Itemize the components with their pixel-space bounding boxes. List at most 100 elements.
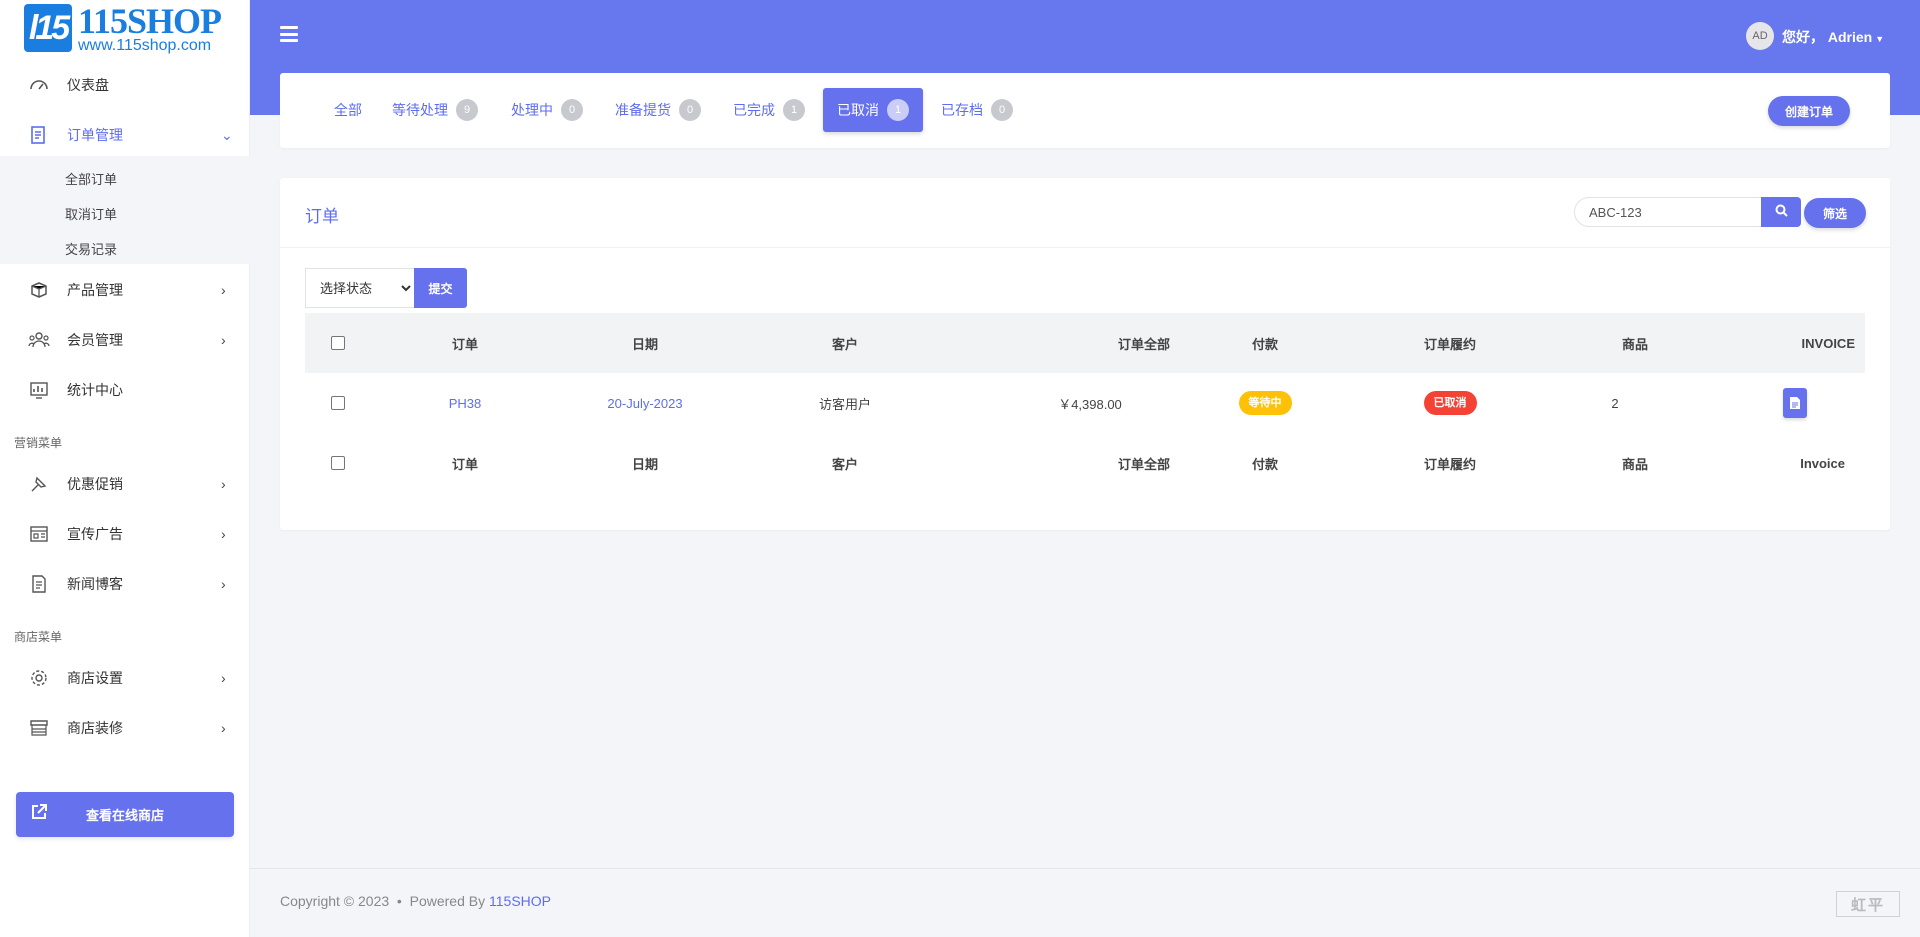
page-footer: Copyright © 2023 • Powered By 115SHOP 虹平 — [250, 868, 1920, 937]
orders-panel-header: 订单 筛选 — [280, 178, 1890, 248]
sidebar-item-label: 会员管理 — [67, 332, 123, 348]
column-footer-items: 商品 — [1621, 456, 1648, 472]
fulfillment-cell: 已取消 — [1410, 373, 1490, 433]
tab-count-badge: 1 — [887, 99, 909, 121]
column-header-date: 日期 — [631, 336, 658, 352]
status-select[interactable]: 选择状态 — [305, 268, 415, 308]
sidebar-item-stats[interactable]: 统计中心 — [0, 368, 250, 412]
table-header: 订单 日期 客户 订单全部 付款 订单履约 商品 INVOICE — [305, 313, 1865, 373]
submenu-item-cancel-orders[interactable]: 取消订单 — [65, 204, 117, 223]
chevron-right-icon: › — [221, 720, 226, 736]
column-footer-fulfillment: 订单履约 — [1423, 456, 1476, 472]
column-header-items: 商品 — [1621, 336, 1648, 352]
user-menu[interactable]: 您好， Adrien ▼ — [1782, 27, 1884, 47]
sidebar-item-news[interactable]: 新闻博客 › — [0, 562, 250, 606]
logo-mark: l15 — [24, 4, 72, 52]
table-footer: 订单 日期 客户 订单全部 付款 订单履约 商品 Invoice — [305, 433, 1865, 493]
chevron-right-icon: › — [221, 526, 226, 542]
fulfillment-status-badge: 已取消 — [1423, 391, 1477, 415]
tab-label: 准备提货 — [615, 102, 671, 118]
submenu-item-transactions[interactable]: 交易记录 — [65, 239, 117, 258]
select-all-checkbox-footer[interactable] — [331, 456, 345, 470]
tab-count-badge: 0 — [991, 99, 1013, 121]
sidebar-item-store-decor[interactable]: 商店装修 › — [0, 706, 250, 750]
menu-toggle-icon[interactable] — [280, 26, 298, 42]
sidebar-item-label: 新闻博客 — [67, 576, 123, 592]
visit-store-label: 查看在线商店 — [86, 808, 165, 823]
visit-store-button[interactable]: 查看在线商店 — [16, 792, 234, 837]
sidebar-item-label: 商店设置 — [67, 670, 123, 686]
tab-count-badge: 1 — [783, 99, 805, 121]
sidebar-item-store-settings[interactable]: 商店设置 › — [0, 656, 250, 700]
tab-count-badge: 9 — [456, 99, 478, 121]
select-all-checkbox[interactable] — [331, 336, 345, 350]
filter-button[interactable]: 筛选 — [1804, 198, 1866, 228]
sidebar-item-orders[interactable]: 订单管理 ⌄ — [0, 113, 250, 157]
caret-down-icon: ▼ — [1875, 34, 1885, 44]
invoice-cell — [1780, 373, 1810, 433]
order-customer: 访客用户 — [818, 396, 871, 412]
logo[interactable]: l15 115SHOP www.115shop.com — [24, 1, 222, 54]
tab-pending[interactable]: 等待处理 9 — [378, 88, 492, 132]
sidebar-item-label: 优惠促销 — [67, 476, 123, 492]
order-status-tabs: 全部 等待处理 9 处理中 0 准备提货 0 已完成 1 已取消 1 已存档 0 创建订单 — [280, 73, 1890, 148]
column-header-payment: 付款 — [1251, 336, 1278, 352]
order-items-count: 2 — [1611, 395, 1619, 411]
sidebar: l15 115SHOP www.115shop.com 仪表盘 订单管理 ⌄ 全… — [0, 0, 250, 937]
column-footer-customer: 客户 — [831, 456, 858, 472]
tab-ready-pickup[interactable]: 准备提货 0 — [601, 88, 715, 132]
members-icon — [28, 329, 50, 351]
chevron-right-icon: › — [221, 576, 226, 592]
order-total: ￥4,398.00 — [1058, 396, 1122, 412]
tab-all[interactable]: 全部 — [320, 88, 376, 132]
chevron-right-icon: › — [221, 670, 226, 686]
sidebar-item-label: 订单管理 — [67, 127, 123, 143]
store-icon — [28, 717, 50, 739]
row-checkbox[interactable] — [331, 396, 345, 410]
order-number-link[interactable]: PH38 — [435, 373, 495, 433]
logo-url: www.115shop.com — [78, 37, 212, 54]
orders-panel: 订单 筛选 选择状态 提交 订单 日期 客户 订单全部 付款 订单履约 商品 I… — [280, 178, 1890, 530]
sidebar-item-products[interactable]: 产品管理 › — [0, 268, 250, 312]
sidebar-item-members[interactable]: 会员管理 › — [0, 318, 250, 362]
stats-icon — [28, 379, 50, 401]
sidebar-item-dashboard[interactable]: 仪表盘 — [0, 63, 250, 107]
sidebar-item-label: 仪表盘 — [67, 77, 109, 93]
chevron-right-icon: › — [221, 332, 226, 348]
external-link-icon — [30, 803, 48, 826]
create-order-button[interactable]: 创建订单 — [1768, 96, 1850, 126]
column-footer-date: 日期 — [631, 456, 658, 472]
submenu-item-all-orders[interactable]: 全部订单 — [65, 169, 117, 188]
column-header-total: 订单全部 — [1117, 336, 1170, 352]
copyright-text: Copyright © 2023 • Powered By 115SHOP — [280, 893, 551, 909]
tab-label: 处理中 — [511, 102, 553, 118]
footer-brand-link[interactable]: 115SHOP — [489, 893, 551, 909]
table-row: PH38 20-July-2023 访客用户 ￥4,398.00 等待中 已取消… — [305, 373, 1865, 433]
invoice-button[interactable] — [1783, 388, 1807, 418]
tab-cancelled[interactable]: 已取消 1 — [823, 88, 923, 132]
products-icon — [28, 279, 50, 301]
tab-completed[interactable]: 已完成 1 — [719, 88, 819, 132]
search-input[interactable] — [1574, 197, 1762, 227]
section-title-store: 商店菜单 — [14, 630, 63, 644]
order-date-link[interactable]: 20-July-2023 — [595, 373, 695, 433]
sidebar-item-ads[interactable]: 宣传广告 › — [0, 512, 250, 556]
column-header-invoice: INVOICE — [1801, 335, 1855, 351]
sidebar-item-label: 商店装修 — [67, 720, 123, 736]
chevron-down-icon: ⌄ — [221, 126, 233, 143]
copyright-label: Copyright © 2023 • Powered By — [280, 893, 489, 909]
sidebar-item-promotion[interactable]: 优惠促销 › — [0, 462, 250, 506]
search-button[interactable] — [1761, 197, 1801, 227]
orders-submenu: 全部订单 取消订单 交易记录 — [0, 156, 250, 264]
column-footer-payment: 付款 — [1251, 456, 1278, 472]
avatar[interactable]: AD — [1746, 22, 1774, 50]
tab-archived[interactable]: 已存档 0 — [927, 88, 1027, 132]
submit-button[interactable]: 提交 — [414, 268, 467, 308]
logo-title: 115SHOP — [78, 1, 222, 41]
chevron-right-icon: › — [221, 282, 226, 298]
chevron-right-icon: › — [221, 476, 226, 492]
column-footer-order: 订单 — [451, 456, 478, 472]
sidebar-item-label: 宣传广告 — [67, 526, 123, 542]
tab-processing[interactable]: 处理中 0 — [497, 88, 597, 132]
tab-label: 已存档 — [941, 102, 983, 118]
